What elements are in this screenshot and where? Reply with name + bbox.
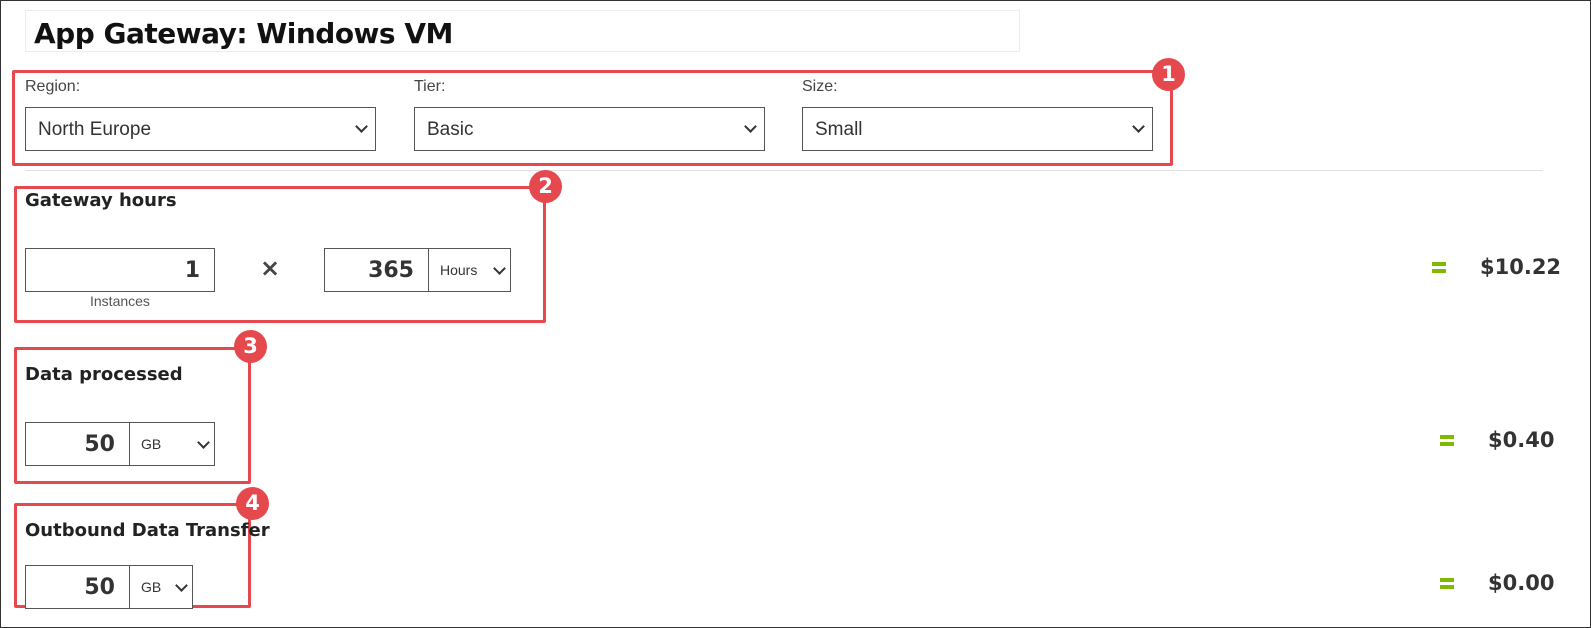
size-label: Size: xyxy=(802,78,838,95)
data-processed-title: Data processed xyxy=(25,364,183,385)
chevron-down-icon xyxy=(744,120,757,133)
multiply-icon: × xyxy=(260,254,281,282)
outbound-total: $0.00 xyxy=(1488,571,1555,595)
chevron-down-icon xyxy=(355,120,368,133)
tier-select-value: Basic xyxy=(427,119,474,140)
size-select-value: Small xyxy=(815,119,863,140)
gateway-hours-total: $10.22 xyxy=(1480,255,1562,279)
chevron-down-icon xyxy=(493,262,506,275)
region-select-value: North Europe xyxy=(38,119,152,140)
section-divider xyxy=(25,170,1543,171)
title-box: App Gateway: Windows VM xyxy=(25,10,1020,52)
instances-input[interactable]: 1 xyxy=(25,248,215,292)
page-title: App Gateway: Windows VM xyxy=(34,17,453,50)
region-select[interactable]: North Europe xyxy=(25,107,376,151)
outbound-unit-select[interactable]: GB xyxy=(129,565,193,609)
chevron-down-icon xyxy=(175,579,188,592)
size-select[interactable]: Small xyxy=(802,107,1153,151)
equals-icon xyxy=(1440,435,1454,446)
badge-1: 1 xyxy=(1152,58,1185,91)
chevron-down-icon xyxy=(197,436,210,449)
chevron-down-icon xyxy=(1132,120,1145,133)
instances-label: Instances xyxy=(90,293,150,309)
hours-unit-value: Hours xyxy=(440,262,478,278)
instances-value: 1 xyxy=(184,258,200,283)
hours-value: 365 xyxy=(368,258,414,283)
hours-unit-select[interactable]: Hours xyxy=(428,248,511,292)
outbound-value: 50 xyxy=(84,575,115,600)
tier-select[interactable]: Basic xyxy=(414,107,765,151)
data-processed-unit-select[interactable]: GB xyxy=(129,422,215,466)
outbound-title: Outbound Data Transfer xyxy=(25,520,270,541)
equals-icon xyxy=(1440,578,1454,589)
outbound-input[interactable]: 50 xyxy=(25,565,130,609)
data-processed-total: $0.40 xyxy=(1488,428,1555,452)
region-label: Region: xyxy=(25,78,81,95)
badge-3: 3 xyxy=(234,330,267,363)
data-processed-input[interactable]: 50 xyxy=(25,422,130,466)
hours-input[interactable]: 365 xyxy=(324,248,429,292)
outbound-unit-value: GB xyxy=(141,579,162,595)
badge-4: 4 xyxy=(236,487,269,520)
data-processed-unit-value: GB xyxy=(141,436,162,452)
equals-icon xyxy=(1432,262,1446,273)
data-processed-value: 50 xyxy=(84,432,115,457)
gateway-hours-title: Gateway hours xyxy=(25,190,177,211)
tier-label: Tier: xyxy=(414,78,446,95)
badge-2: 2 xyxy=(529,170,562,203)
